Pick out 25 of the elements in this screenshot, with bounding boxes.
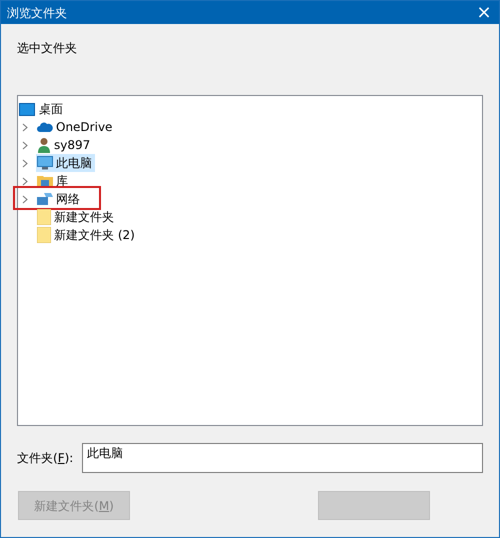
tree-item[interactable]: 桌面 <box>39 100 63 118</box>
cloud-icon <box>37 122 53 132</box>
tree-item[interactable]: 新建文件夹 (2) <box>36 226 138 244</box>
folder-icon <box>37 227 51 243</box>
folder-label: 文件夹(F): <box>17 450 74 467</box>
tree-item[interactable]: OneDrive <box>36 118 116 136</box>
tree-item[interactable]: sy897 <box>36 136 94 154</box>
chevron-icon[interactable] <box>22 158 28 168</box>
tree-item[interactable]: 网络 <box>36 190 83 208</box>
user-icon <box>37 137 51 153</box>
chevron-icon[interactable] <box>22 122 28 132</box>
folder-input[interactable]: 此电脑 <box>82 443 483 473</box>
chevron-icon[interactable] <box>22 176 28 186</box>
instruction-text: 选中文件夹 <box>17 40 77 57</box>
computer-icon <box>37 156 53 170</box>
close-button[interactable]: × <box>469 1 499 24</box>
tree-item[interactable]: 库 <box>36 172 71 190</box>
folder-icon <box>37 209 51 225</box>
tree-item[interactable]: 新建文件夹 <box>36 208 117 226</box>
chevron-icon[interactable] <box>22 140 28 150</box>
tree-item[interactable]: 此电脑 <box>36 154 95 172</box>
chevron-icon[interactable] <box>22 194 28 204</box>
window-title: 浏览文件夹 <box>7 4 67 22</box>
desktop-icon <box>19 102 35 116</box>
network-icon <box>37 192 53 206</box>
